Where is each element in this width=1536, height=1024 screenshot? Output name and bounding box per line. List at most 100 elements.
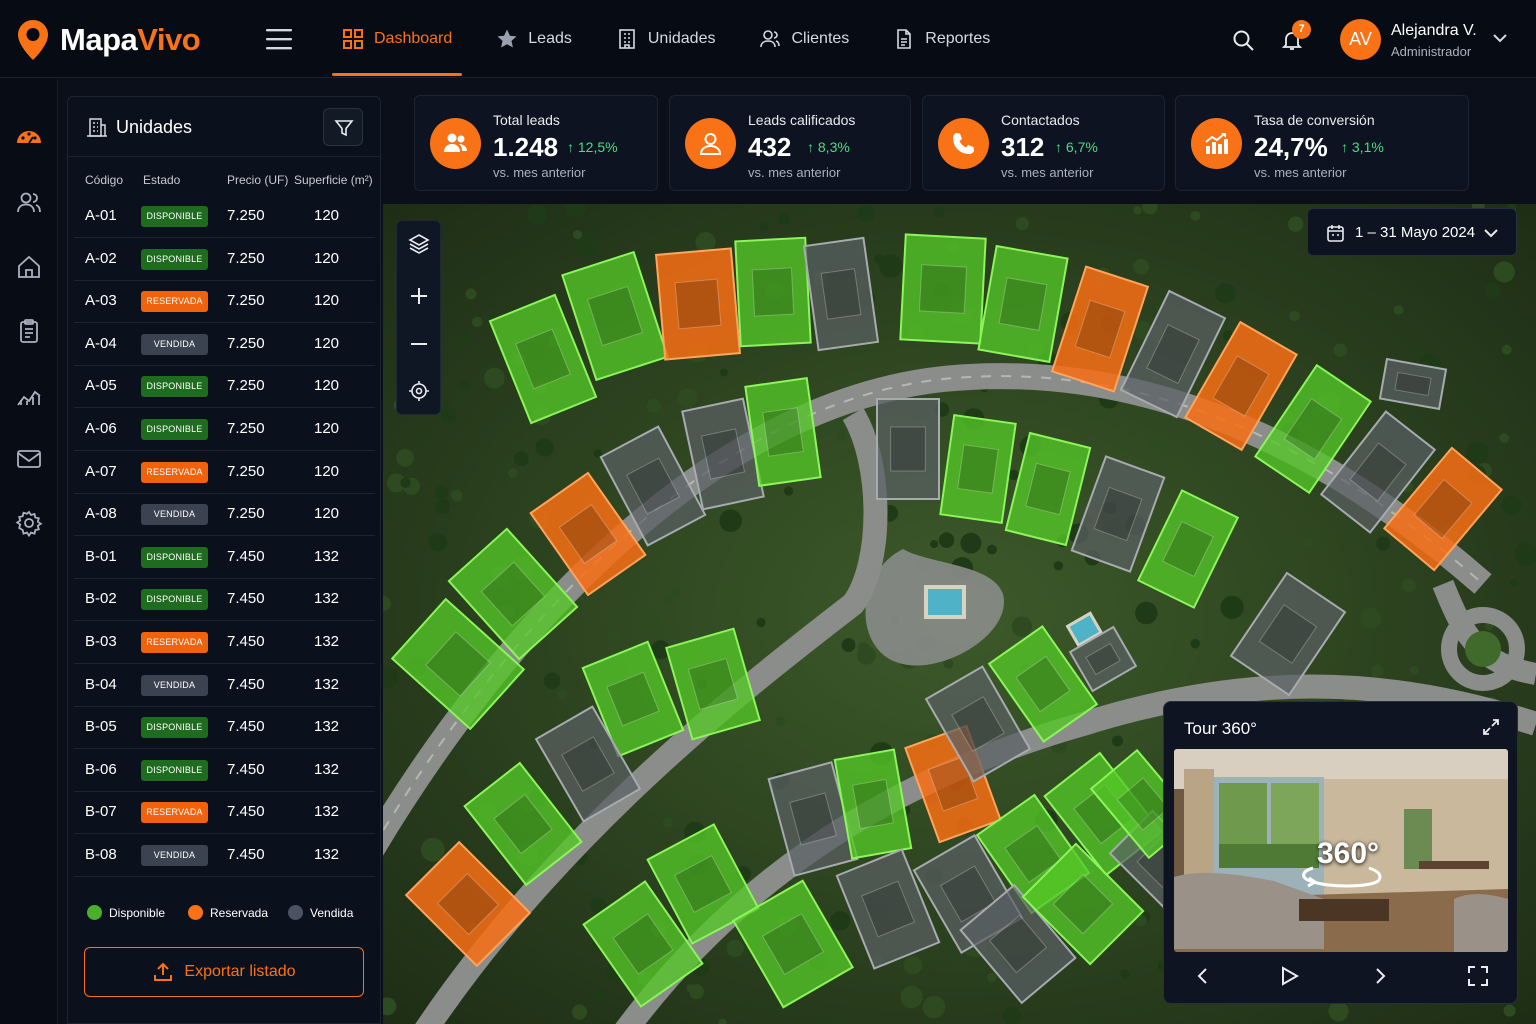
tour-preview-image[interactable]: 360° [1174, 749, 1508, 952]
table-row[interactable]: B-07 RESERVADA 7.450 132 [74, 791, 375, 835]
nav-leads[interactable]: Leads [486, 0, 582, 78]
table-row[interactable]: B-05 DISPONIBLE 7.450 132 [74, 706, 375, 750]
tree [1376, 536, 1391, 551]
tree [459, 380, 471, 392]
lot-polygon[interactable] [899, 233, 987, 345]
table-row[interactable]: A-04 VENDIDA 7.250 120 [74, 323, 375, 366]
house-roof [762, 407, 804, 457]
table-row[interactable]: A-05 DISPONIBLE 7.250 120 [74, 365, 375, 409]
tree [428, 532, 448, 552]
tree [434, 498, 451, 515]
tree [607, 630, 621, 644]
kpi-sub: vs. mes anterior [748, 165, 841, 180]
unit-code: B-05 [85, 718, 117, 736]
table-row[interactable]: A-08 VENDIDA 7.250 120 [74, 493, 375, 537]
kpi-label: Total leads [493, 112, 560, 128]
status-badge: DISPONIBLE [141, 248, 208, 270]
filter-icon [334, 120, 354, 137]
tree [688, 984, 705, 1000]
tree [856, 204, 875, 223]
tree [1333, 343, 1348, 358]
dashboard-icon[interactable] [15, 123, 43, 151]
table-row[interactable]: B-02 DISPONIBLE 7.450 132 [74, 578, 375, 622]
fullscreen-icon[interactable] [1467, 965, 1489, 987]
status-badge: DISPONIBLE [141, 759, 208, 781]
table-row[interactable]: A-02 DISPONIBLE 7.250 120 [74, 238, 375, 281]
unit-price: 7.250 [227, 462, 265, 480]
tree [1501, 344, 1512, 355]
export-button[interactable]: Exportar listado [84, 947, 364, 997]
col-estado[interactable]: Estado [143, 173, 180, 187]
unit-code: B-03 [85, 633, 117, 650]
unit-code: B-01 [85, 547, 117, 565]
clipboard-icon[interactable] [15, 317, 43, 345]
brand-name: MapaVivo [60, 22, 201, 57]
date-range-picker[interactable]: 1 – 31 Mayo 2024 [1307, 208, 1517, 256]
previous-icon[interactable] [1192, 965, 1214, 987]
table-row[interactable]: B-04 VENDIDA 7.450 132 [74, 664, 375, 707]
nav-dashboard[interactable]: Dashboard [332, 0, 463, 78]
home-icon[interactable] [15, 253, 43, 281]
table-row[interactable]: A-07 RESERVADA 7.250 120 [74, 451, 375, 494]
lot-polygon[interactable] [654, 247, 742, 361]
status-badge: DISPONIBLE [141, 717, 208, 739]
table-row[interactable]: B-06 DISPONIBLE 7.450 132 [74, 749, 375, 792]
col-precio[interactable]: Precio (UF) [227, 173, 288, 187]
zoom-in-icon[interactable] [408, 285, 430, 307]
lot-polygon[interactable] [734, 236, 812, 348]
lot-polygon[interactable] [939, 414, 1017, 524]
unit-area: 120 [314, 505, 340, 523]
table-row[interactable]: A-01 DISPONIBLE 7.250 120 [74, 195, 375, 238]
lot-polygon[interactable] [744, 377, 822, 487]
unit-code: B-04 [85, 675, 117, 693]
tree [857, 642, 870, 655]
chevron-down-icon [1484, 229, 1498, 238]
users-icon[interactable] [15, 189, 43, 217]
lot-polygon[interactable] [876, 398, 940, 500]
locate-icon[interactable] [408, 380, 430, 402]
kpi-sub: vs. mes anterior [1001, 165, 1094, 180]
grid-icon [343, 29, 363, 49]
unit-area: 120 [314, 377, 340, 395]
unit-price: 7.450 [227, 760, 265, 778]
tree [1111, 735, 1123, 747]
status-badge: DISPONIBLE [141, 419, 208, 440]
house-roof [918, 264, 968, 314]
table-row[interactable]: B-01 DISPONIBLE 7.450 132 [74, 536, 375, 579]
table-row[interactable]: B-03 RESERVADA 7.450 132 [74, 621, 375, 664]
layers-icon[interactable] [408, 233, 430, 255]
next-icon[interactable] [1369, 965, 1391, 987]
user-name[interactable]: Alejandra V. [1391, 22, 1477, 40]
logo[interactable]: MapaVivo [16, 18, 201, 62]
play-icon[interactable] [1278, 965, 1300, 987]
status-badge: DISPONIBLE [141, 546, 208, 568]
chevron-down-icon[interactable] [1492, 32, 1508, 44]
mail-icon[interactable] [15, 445, 43, 473]
nav-clientes[interactable]: Clientes [749, 0, 859, 78]
avatar[interactable]: AV [1340, 19, 1381, 60]
kpi-icon-bg [685, 118, 736, 169]
analytics-icon[interactable] [15, 381, 43, 409]
zoom-out-icon[interactable] [408, 333, 430, 355]
tree [664, 595, 674, 605]
unit-code: A-08 [85, 505, 117, 523]
unit-area: 132 [314, 718, 340, 736]
users-icon [444, 133, 467, 152]
filter-button[interactable] [323, 108, 363, 146]
table-row[interactable]: A-06 DISPONIBLE 7.250 120 [74, 408, 375, 451]
nav-reportes[interactable]: Reportes [883, 0, 1000, 78]
col-codigo[interactable]: Código [85, 173, 123, 187]
col-superficie[interactable]: Superficie (m²) [294, 173, 373, 187]
table-row[interactable]: B-08 VENDIDA 7.450 132 [74, 834, 375, 877]
expand-icon[interactable] [1482, 718, 1500, 736]
search-icon[interactable] [1231, 28, 1255, 52]
kpi-delta-value: 8,3% [817, 139, 850, 155]
settings-icon[interactable] [15, 509, 43, 537]
menu-icon[interactable] [266, 28, 292, 50]
tree [903, 955, 923, 975]
tree [1190, 638, 1201, 649]
kpi-conversion: Tasa de conversión 24,7% ↑ 3,1% vs. mes … [1175, 95, 1469, 191]
tree [1008, 469, 1019, 481]
nav-unidades[interactable]: Unidades [606, 0, 726, 78]
table-row[interactable]: A-03 RESERVADA 7.250 120 [74, 280, 375, 324]
